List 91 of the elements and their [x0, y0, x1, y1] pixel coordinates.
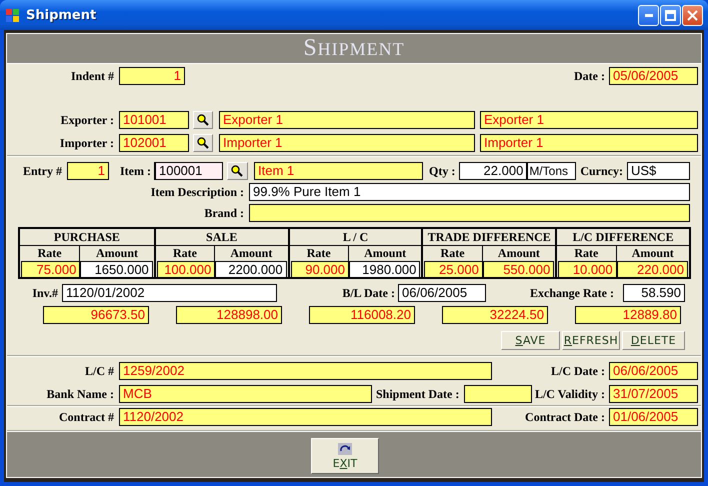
field-label: L/C Date : — [551, 364, 605, 378]
field-label: Contract # — [58, 410, 114, 424]
shipment-date-field[interactable] — [464, 385, 532, 403]
contract-field[interactable]: 1120/2002 — [119, 408, 492, 426]
field-label: Entry # — [22, 164, 62, 178]
bl-date-field[interactable]: 06/06/2005 — [398, 284, 486, 302]
field-label: L/C # — [84, 364, 114, 378]
column-header: Amount — [229, 246, 274, 261]
rate-field[interactable]: 10.000 — [558, 261, 617, 278]
field-label: Indent # — [70, 68, 114, 84]
column-group-header: SALE — [156, 229, 288, 246]
field-label: Brand : — [203, 206, 244, 220]
code-field[interactable]: 102001 — [119, 134, 189, 152]
exit-button[interactable]: EXIT — [311, 438, 379, 474]
name-field[interactable]: Exporter 1 — [480, 111, 698, 129]
close-button[interactable] — [682, 4, 703, 26]
action-button[interactable]: DELETE — [622, 331, 685, 350]
indent-field[interactable]: 1 — [119, 67, 185, 85]
minimize-icon — [644, 14, 652, 16]
invoice-field[interactable]: 1120/01/2002 — [62, 284, 277, 302]
name-field[interactable]: Importer 1 — [480, 134, 698, 152]
action-button[interactable]: SAVE — [501, 331, 560, 350]
total-field[interactable]: 128898.00 — [176, 306, 282, 324]
exchange-rate-field[interactable]: 58.590 — [623, 284, 685, 302]
column-group-header: L/C DIFFERENCE — [557, 229, 689, 246]
column-header: Amount — [630, 246, 675, 261]
field-label: Importer : — [58, 136, 114, 150]
total-field[interactable]: 96673.50 — [43, 306, 149, 324]
field-label: Bank Name : — [46, 386, 114, 402]
unit-field[interactable]: M/Tons — [527, 162, 576, 180]
amount-field[interactable]: 550.000 — [482, 261, 554, 278]
amount-field[interactable]: 1980.000 — [349, 261, 420, 278]
field-label: Qty : — [428, 164, 456, 178]
search-icon — [197, 137, 209, 149]
lc-validity-field[interactable]: 31/07/2005 — [609, 385, 698, 403]
column-group-header: L / C — [290, 229, 422, 246]
code-field[interactable]: 101001 — [119, 111, 189, 129]
window-title: Shipment — [26, 8, 96, 22]
name-field[interactable]: Exporter 1 — [219, 111, 475, 129]
total-field[interactable]: 32224.50 — [442, 306, 548, 324]
item-code-field[interactable]: 100001 — [154, 162, 223, 180]
name-field[interactable]: Importer 1 — [219, 134, 475, 152]
search-icon — [197, 114, 209, 126]
rate-field[interactable]: 90.000 — [290, 261, 349, 278]
search-icon — [231, 165, 244, 177]
entry-field[interactable]: 1 — [67, 162, 109, 180]
currency-field[interactable]: US$ — [626, 162, 690, 180]
column-header: Amount — [94, 246, 139, 261]
amount-field[interactable]: 220.000 — [616, 261, 688, 278]
field-label: Date : — [574, 68, 605, 84]
search-button[interactable] — [193, 134, 213, 152]
search-button[interactable] — [226, 162, 248, 180]
field-label: Exchange Rate : — [529, 286, 614, 300]
field-label: L/C Validity : — [534, 386, 605, 402]
rate-field[interactable]: 25.000 — [424, 261, 483, 278]
total-field[interactable]: 12889.80 — [575, 306, 681, 324]
amount-field[interactable]: 1650.000 — [80, 261, 153, 278]
bank-name-field[interactable]: MCB — [119, 385, 372, 403]
app-icon — [5, 7, 21, 23]
date-field[interactable]: 05/06/2005 — [609, 67, 698, 85]
field-label: Curncy: — [580, 164, 623, 178]
column-group-header: PURCHASE — [20, 229, 154, 246]
field-label: Contract Date : — [525, 410, 605, 424]
field-label: Item Description : — [150, 184, 244, 200]
contract-date-field[interactable]: 01/06/2005 — [609, 408, 698, 426]
exit-icon — [338, 442, 352, 454]
description-field[interactable]: 99.9% Pure Item 1 — [249, 183, 690, 201]
amount-field[interactable]: 2200.000 — [215, 261, 287, 278]
field-label: Shipment Date : — [376, 386, 460, 402]
lc-number-field[interactable]: 1259/2002 — [119, 362, 492, 380]
rate-field[interactable]: 100.000 — [156, 261, 216, 278]
maximize-icon — [665, 10, 676, 20]
field-label: Exporter : — [60, 112, 114, 128]
column-header: Amount — [496, 246, 541, 261]
form-title: SHIPMENT — [303, 35, 405, 62]
close-icon — [687, 10, 698, 20]
brand-field[interactable] — [249, 204, 690, 222]
item-name-field[interactable]: Item 1 — [254, 162, 423, 180]
search-button[interactable] — [193, 111, 213, 129]
minimize-button[interactable] — [638, 4, 659, 26]
field-label: Inv.# — [31, 286, 58, 300]
column-group-header: TRADE DIFFERENCE — [423, 229, 556, 246]
lc-date-field[interactable]: 06/06/2005 — [609, 362, 698, 380]
maximize-button[interactable] — [660, 4, 681, 26]
total-field[interactable]: 116008.20 — [309, 306, 415, 324]
field-label: B/L Date : — [341, 286, 395, 300]
column-header: Amount — [363, 246, 408, 261]
field-label: Item : — [120, 164, 151, 178]
quantity-field[interactable]: 22.000 — [459, 162, 528, 180]
rate-field[interactable]: 75.000 — [21, 261, 80, 278]
action-button[interactable]: REFRESH — [562, 331, 620, 350]
